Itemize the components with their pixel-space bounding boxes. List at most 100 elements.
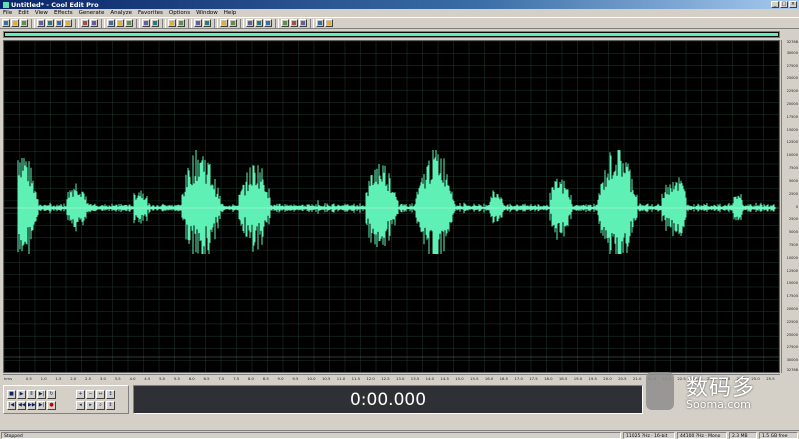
copy-button[interactable] (46, 19, 54, 27)
zoom-right-button[interactable]: ▸ (86, 401, 95, 410)
loop-button[interactable] (177, 19, 185, 27)
fx-button[interactable] (246, 19, 254, 27)
status-free-space: 1.5 GB free (759, 432, 798, 439)
play-button[interactable] (168, 19, 176, 27)
menu-edit[interactable]: Edit (18, 10, 29, 16)
help-button[interactable] (229, 19, 237, 27)
play-to-end-button[interactable]: ▶| (37, 390, 46, 399)
paste-icon (57, 21, 61, 25)
amplitude-ruler[interactable]: 32768 30000 27500 25000 22500 20000 17500 15000… (781, 40, 799, 373)
select-button[interactable] (107, 19, 115, 27)
time-tick-label: 6.5 (203, 376, 210, 381)
time-tick-label: 10.5 (321, 376, 331, 381)
mix-paste-icon (66, 21, 70, 25)
fast-forward-button[interactable]: ▶▶ (27, 401, 36, 410)
time-tick-label: 18.0 (544, 376, 553, 381)
spectral-button[interactable] (125, 19, 133, 27)
select-icon (109, 21, 113, 25)
toolbar-separator (75, 18, 79, 28)
script-icon (283, 21, 287, 25)
time-tick-label: 2.5 (85, 376, 92, 381)
menu-favorites[interactable]: Favorites (138, 10, 163, 16)
time-tick-label: 5.5 (173, 376, 180, 381)
wave-button[interactable] (142, 19, 150, 27)
time-tick-label: 14.5 (440, 376, 449, 381)
menu-generate[interactable]: Generate (79, 10, 105, 16)
rewind-to-start-button[interactable]: |◀ (7, 401, 16, 410)
toolbar-separator (240, 18, 244, 28)
toolbar-separator (101, 18, 105, 28)
record-button[interactable]: ● (47, 401, 56, 410)
menu-window[interactable]: Window (196, 10, 218, 16)
save-button[interactable] (20, 19, 28, 27)
maximize-button[interactable]: □ (780, 1, 788, 8)
time-tick-label: 7.5 (233, 376, 240, 381)
waveform-canvas[interactable] (4, 41, 780, 373)
menu-options[interactable]: Options (169, 10, 190, 16)
time-tick-label: 8.0 (247, 376, 254, 381)
visible-range-indicator[interactable] (5, 33, 778, 36)
cut-button[interactable] (37, 19, 45, 27)
paste-button[interactable] (55, 19, 63, 27)
time-tick-label: 13.0 (396, 376, 405, 381)
eq-button[interactable] (255, 19, 263, 27)
close-button[interactable]: × (789, 1, 797, 8)
mix-paste-button[interactable] (64, 19, 72, 27)
minimize-button[interactable]: _ (771, 1, 779, 8)
open-button[interactable] (11, 19, 19, 27)
watermark-logo-icon (646, 372, 674, 410)
spectral-icon (127, 21, 131, 25)
time-tick-label: 21.0 (632, 376, 642, 381)
batch-button[interactable] (290, 19, 298, 27)
marker-button[interactable] (194, 19, 202, 27)
undo-button[interactable] (81, 19, 89, 27)
open-icon (13, 21, 17, 25)
zoom-in-button[interactable]: + (76, 390, 85, 399)
amplitude-tick-label: 25000 (786, 332, 798, 337)
zoom-left-button[interactable]: ◂ (76, 401, 85, 410)
menu-analyze[interactable]: Analyze (110, 10, 132, 16)
about-button[interactable] (325, 19, 333, 27)
script-button[interactable] (281, 19, 289, 27)
time-tick-label: 9.0 (277, 376, 284, 381)
time-tick-label: 1.5 (55, 376, 62, 381)
rewind-button[interactable]: ◀◀ (17, 401, 26, 410)
menu-help[interactable]: Help (224, 10, 237, 16)
amplitude-tick-label: 22500 (786, 89, 798, 94)
menu-effects[interactable]: Effects (54, 10, 73, 16)
time-tick-label: 16.0 (484, 376, 494, 381)
multitrack-button[interactable] (151, 19, 159, 27)
play-button[interactable]: ▶ (17, 390, 26, 399)
cd-button[interactable] (299, 19, 307, 27)
zoom-selection-button[interactable]: ⌕ (96, 401, 105, 410)
redo-button[interactable] (90, 19, 98, 27)
info-button[interactable] (316, 19, 324, 27)
forward-to-end-button[interactable]: ▶| (37, 401, 46, 410)
menu-view[interactable]: View (35, 10, 48, 16)
status-bar: Stopped 11025 ?Hz · 16-bit 44100 ?Hz · M… (0, 430, 799, 439)
cue-button[interactable] (203, 19, 211, 27)
time-display: 0:00.000 (133, 385, 643, 414)
status-sample-rate: 11025 ?Hz · 16-bit (623, 432, 675, 439)
zoom-vertical-in-button[interactable]: ↕ (106, 390, 115, 399)
pause-button[interactable]: Ⅱ (27, 390, 36, 399)
fx-icon (248, 21, 252, 25)
waveform-display[interactable] (3, 40, 780, 373)
stop-button[interactable]: ■ (7, 390, 16, 399)
noise-button[interactable] (264, 19, 272, 27)
time-tick-label: 14.0 (425, 376, 435, 381)
amplitude-tick-label: 7500 (788, 166, 798, 171)
zoom-vertical-out-button[interactable]: ⇕ (106, 401, 115, 410)
loop-button[interactable]: ↻ (47, 390, 56, 399)
zoom-out-button[interactable]: − (86, 390, 95, 399)
menu-file[interactable]: File (3, 10, 12, 16)
menu-bar: File Edit View Effects Generate Analyze … (0, 9, 799, 17)
cd-icon (301, 21, 305, 25)
settings-button[interactable] (220, 19, 228, 27)
zoom-button[interactable] (116, 19, 124, 27)
new-button[interactable] (2, 19, 10, 27)
overview-range-bar[interactable] (3, 31, 780, 38)
zoom-full-button[interactable]: ⇔ (96, 390, 105, 399)
amplitude-tick-label: 15000 (786, 281, 798, 286)
time-tick-label: 15.0 (455, 376, 464, 381)
